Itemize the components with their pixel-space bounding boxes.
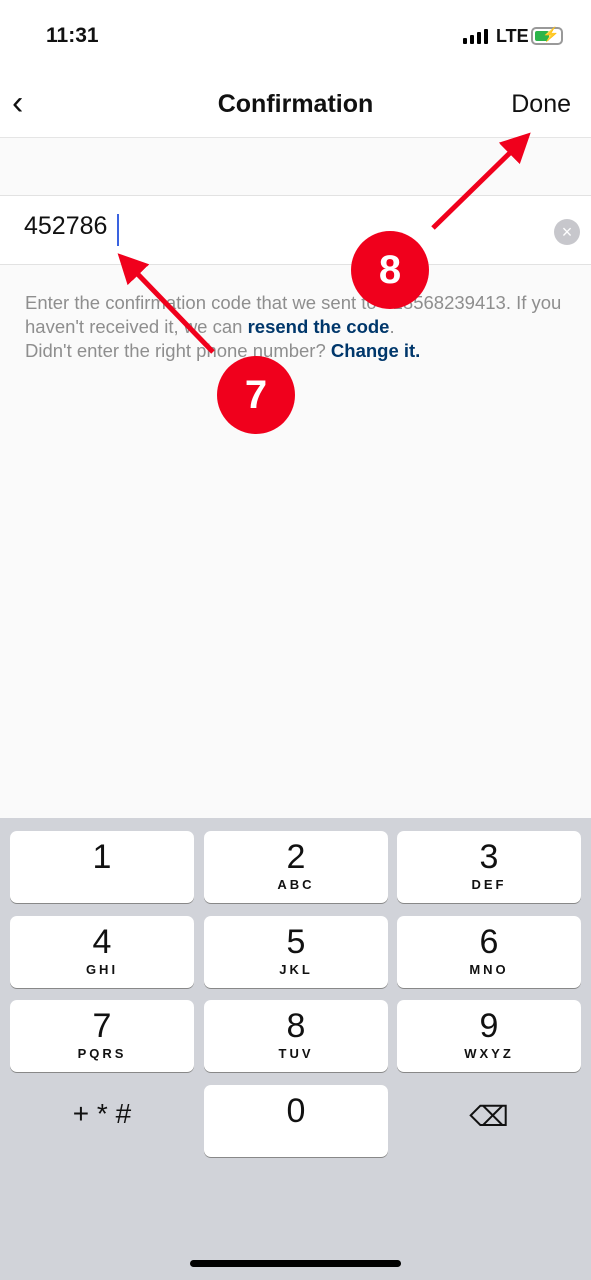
step-badge-8: 8 <box>351 231 429 309</box>
arrow-step7 <box>117 253 215 354</box>
step-badge-7: 7 <box>217 356 295 434</box>
annotation-arrows <box>117 132 531 354</box>
arrow-step8 <box>431 132 531 230</box>
